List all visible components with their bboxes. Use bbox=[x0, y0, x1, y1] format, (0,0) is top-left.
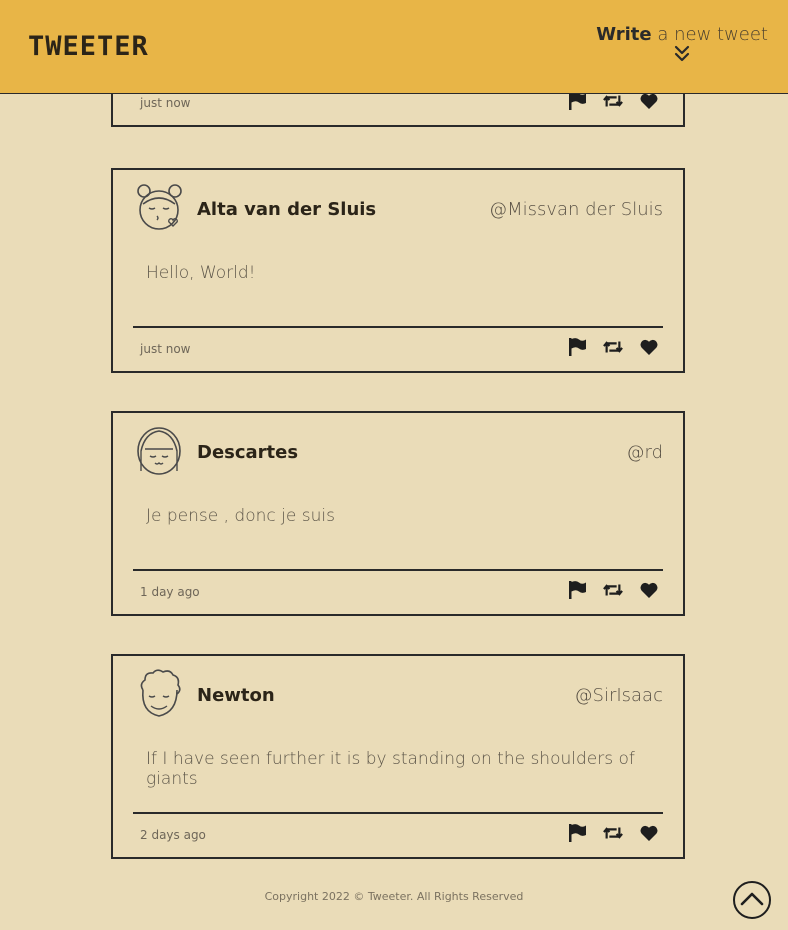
brand-logo[interactable]: TWEETER bbox=[28, 31, 149, 62]
avatar bbox=[137, 427, 181, 475]
tweet-author-handle: @rd bbox=[626, 442, 663, 463]
heart-icon[interactable] bbox=[639, 337, 659, 357]
retweet-icon[interactable] bbox=[603, 823, 623, 843]
avatar bbox=[140, 669, 181, 717]
write-label: Write a new tweet bbox=[596, 24, 768, 45]
footer-copyright: Copyright 2022 © Tweeter. All Rights Res… bbox=[264, 890, 524, 903]
top-nav: TWEETER Write a new tweet bbox=[0, 0, 788, 94]
retweet-icon[interactable] bbox=[603, 337, 623, 357]
tweet-timestamp: 2 days ago bbox=[140, 828, 206, 842]
tweet-divider bbox=[133, 812, 663, 814]
flag-icon[interactable] bbox=[567, 91, 587, 111]
chevron-up-circle-icon[interactable] bbox=[732, 880, 772, 920]
flag-icon[interactable] bbox=[567, 337, 587, 357]
tweet-author-handle: @SirIsaac bbox=[574, 685, 663, 706]
tweet-card: Descartes @rd Je pense , donc je suis 1 … bbox=[111, 411, 685, 616]
avatar bbox=[137, 184, 182, 230]
tweet-card: Alta van der Sluis @Missvan der Sluis He… bbox=[111, 168, 685, 373]
retweet-icon[interactable] bbox=[603, 91, 623, 111]
tweet-divider bbox=[133, 569, 663, 571]
tweet-author-handle: @Missvan der Sluis bbox=[489, 199, 663, 220]
tweet-author-name: Newton bbox=[197, 685, 275, 706]
tweet-card: Newton @SirIsaac If I have seen further … bbox=[111, 654, 685, 859]
double-chevron-down-icon bbox=[674, 45, 690, 62]
heart-icon[interactable] bbox=[639, 91, 659, 111]
heart-icon[interactable] bbox=[639, 580, 659, 600]
write-new-tweet-button[interactable]: Write a new tweet bbox=[596, 24, 768, 63]
tweet-timestamp: 1 day ago bbox=[140, 585, 200, 599]
retweet-icon[interactable] bbox=[603, 580, 623, 600]
tweet-timestamp: just now bbox=[140, 342, 191, 356]
tweet-timestamp: just now bbox=[140, 96, 191, 110]
tweet-author-name: Alta van der Sluis bbox=[197, 199, 377, 220]
flag-icon[interactable] bbox=[567, 580, 587, 600]
tweet-actions bbox=[567, 823, 659, 843]
write-label-bold: Write bbox=[596, 24, 652, 45]
tweet-text: Je pense , donc je suis bbox=[146, 506, 335, 526]
tweet-actions bbox=[567, 580, 659, 600]
tweet-actions bbox=[567, 337, 659, 357]
flag-icon[interactable] bbox=[567, 823, 587, 843]
tweet-text: Hello, World! bbox=[146, 263, 256, 283]
tweet-author-name: Descartes bbox=[197, 442, 299, 463]
tweet-text: If I have seen further it is by standing… bbox=[146, 749, 635, 789]
tweet-actions bbox=[567, 91, 659, 111]
tweet-divider bbox=[133, 326, 663, 328]
write-label-rest: a new tweet bbox=[651, 24, 768, 45]
heart-icon[interactable] bbox=[639, 823, 659, 843]
